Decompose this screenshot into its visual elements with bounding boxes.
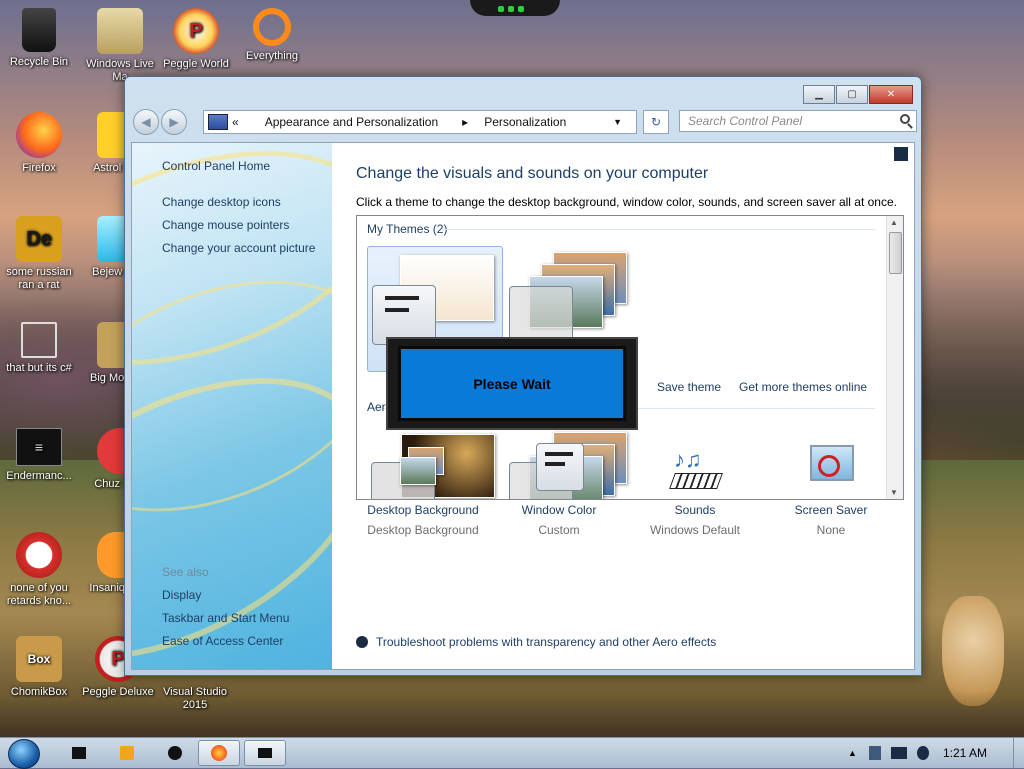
start-button[interactable] [8,739,40,769]
scrollbar-thumb[interactable] [889,232,902,274]
search-icon[interactable] [900,114,910,124]
address-dropdown-icon[interactable]: ▼ [613,117,622,127]
tray-icon-1[interactable] [868,746,881,760]
navigation-bar: ◀ ▶ « Appearance and Personalization ▸ P… [133,109,917,135]
breadcrumb-personalization[interactable]: Personalization [484,115,566,129]
minimize-button[interactable]: ▁ [803,85,835,104]
save-theme-link[interactable]: Save theme [657,380,721,394]
sidebar-ease-of-access[interactable]: Ease of Access Center [162,634,283,648]
desktop-background-icon [396,443,450,497]
desktop-icon-recycle-bin[interactable]: Recycle Bin [0,8,81,69]
breadcrumb-appearance[interactable]: Appearance and Personalization [265,115,438,129]
peggle-icon: P [173,8,219,54]
terminal-icon: ≡ [16,428,62,466]
breadcrumb-separator-icon[interactable]: ▸ [462,115,468,129]
sidebar-control-panel-home[interactable]: Control Panel Home [162,159,270,173]
back-button[interactable]: ◀ [133,109,159,135]
desktop-icon-windows-live-mail[interactable]: Windows Live Ma [78,8,162,84]
show-hidden-icons-icon[interactable]: ▲ [848,748,857,758]
firefox-icon [16,112,62,158]
control-panel-icon [258,748,272,758]
maximize-button[interactable]: ▢ [836,85,868,104]
sidebar-change-desktop-icons[interactable]: Change desktop icons [162,195,281,209]
sounds-icon: ♪♫ [668,443,723,497]
desktop-icon-dragon[interactable]: none of you retards kno... [0,532,81,608]
desktop-icon-everything[interactable]: Everything [230,8,314,63]
desktop-icon-de-app[interactable]: De some russian ran a rat [0,216,81,292]
taskbar-media-player[interactable] [106,740,148,766]
desktop-icon-visual-studio[interactable]: Visual Studio 2015 [153,672,237,712]
tool-window-color[interactable]: Window Color Custom [484,443,634,537]
my-themes-heading: My Themes (2) [367,222,448,236]
please-wait-text: Please Wait [473,375,551,392]
window-color-icon [532,443,586,497]
sidebar: Control Panel Home Change desktop icons … [132,143,332,669]
chomikbox-icon: Box [16,636,62,682]
window-color-preview [372,285,436,345]
volume-icon[interactable] [916,746,929,760]
circle-app-icon [168,746,182,760]
control-panel-icon [208,114,228,130]
hamster-gadget [942,596,1004,706]
tool-desktop-background[interactable]: Desktop Background Desktop Background [348,443,498,537]
desktop-icon-endermanch[interactable]: ≡ Endermanc... [0,428,81,483]
screen-saver-icon [804,443,858,497]
troubleshoot-icon [356,636,368,648]
sidebar-display[interactable]: Display [162,588,201,602]
sidebar-taskbar-start-menu[interactable]: Taskbar and Start Menu [162,611,289,625]
system-tray: ▲ 1:21 AM [848,738,1024,768]
taskbar-app-3[interactable] [154,740,196,766]
page-title: Change the visuals and sounds on your co… [356,165,709,182]
sidebar-change-mouse-pointers[interactable]: Change mouse pointers [162,218,289,232]
page-subtitle: Click a theme to change the desktop back… [356,195,897,209]
see-also-heading: See also [162,565,209,579]
tool-sounds[interactable]: ♪♫ Sounds Windows Default [620,443,770,537]
desktop-icon-csharp[interactable]: that but its c# [0,322,81,375]
show-desktop-button[interactable] [1013,738,1024,768]
scroll-up-icon[interactable]: ▲ [890,218,898,227]
help-icon[interactable] [894,147,908,161]
media-player-icon [120,746,134,760]
recycle-bin-icon [22,8,56,52]
forward-button[interactable]: ▶ [161,109,187,135]
close-button[interactable]: ✕ [869,85,913,104]
sidebar-change-account-picture[interactable]: Change your account picture [162,241,315,255]
de-app-icon: De [16,216,62,262]
taskbar-app-1[interactable] [58,740,100,766]
get-more-themes-link[interactable]: Get more themes online [739,380,867,394]
address-bar[interactable]: « Appearance and Personalization ▸ Perso… [203,110,637,134]
desktop-icon-chomikbox[interactable]: Box ChomikBox [0,636,81,699]
top-gadget [470,0,560,16]
window-titlebar[interactable]: ▁ ▢ ✕ [125,77,921,107]
troubleshoot-link[interactable]: Troubleshoot problems with transparency … [356,635,716,649]
refresh-button[interactable]: ↻ [643,110,669,134]
search-magnifier-icon [253,8,291,46]
taskbar-firefox[interactable] [198,740,240,766]
taskbar: ▲ 1:21 AM [0,737,1024,769]
taskbar-clock[interactable]: 1:21 AM [943,746,987,760]
taskbar-control-panel[interactable] [244,740,286,766]
please-wait-dialog: Please Wait [386,337,638,430]
caption-buttons: ▁ ▢ ✕ [802,85,913,104]
desktop-icon-firefox[interactable]: Firefox [0,112,81,175]
firefox-icon [211,745,227,761]
windows-live-mail-icon [97,8,143,54]
desktop-icon-peggle-world[interactable]: P Peggle World [154,8,238,71]
app-icon [72,747,86,759]
search-input[interactable]: Search Control Panel [679,110,917,132]
tool-screen-saver[interactable]: Screen Saver None [756,443,906,537]
windows-stack-icon [21,322,57,358]
dragon-icon [16,532,62,578]
breadcrumb-root[interactable]: « [232,115,239,129]
network-icon[interactable] [890,747,907,759]
